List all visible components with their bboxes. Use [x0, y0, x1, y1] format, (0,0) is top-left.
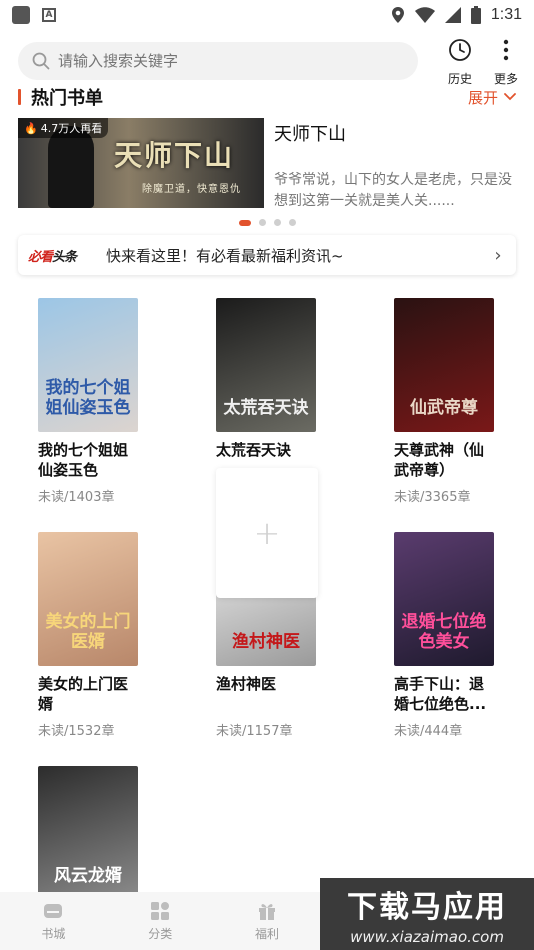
book-progress: 未读/444章 [394, 724, 463, 739]
more-button[interactable]: 更多 [486, 38, 526, 87]
book-cover[interactable]: 风云龙婿 [38, 766, 138, 900]
book-progress: 未读/1532章 [38, 724, 115, 739]
book-item[interactable]: 美女的上门医婿 美女的上门医婿 未读/1532章 [38, 532, 178, 739]
book-cover[interactable]: 太荒吞天诀 [216, 298, 316, 432]
banner-cover-title: 天师下山 [114, 139, 235, 172]
plus-icon: + [253, 514, 281, 552]
history-button[interactable]: 历史 [440, 38, 480, 87]
book-cover-title: 太荒吞天诀 [223, 398, 309, 418]
app-notification-icon [12, 6, 30, 24]
nav-label-bookstore: 书城 [41, 926, 66, 941]
watermark-top: 下载马应用 [347, 890, 507, 925]
book-cover[interactable]: 美女的上门医婿 [38, 532, 138, 666]
clock-icon [449, 39, 471, 61]
news-logo-a: 必看 [28, 249, 53, 265]
banner-description: 爷爷常说，山下的女人是老虎，只是没想到这第一关就是美人关...... [274, 172, 512, 209]
hot-badge: 🔥 4.7万人再看 [18, 118, 109, 138]
book-item[interactable]: 我的七个姐姐仙姿玉色 我的七个姐姐仙姿玉色 未读/1403章 [38, 298, 178, 505]
battery-icon [470, 6, 481, 24]
book-cover[interactable]: 仙武帝尊 [394, 298, 494, 432]
location-icon [391, 7, 404, 23]
book-cover[interactable]: 我的七个姐姐仙姿玉色 [38, 298, 138, 432]
carousel-dot-active[interactable] [238, 219, 251, 226]
chevron-down-icon [504, 93, 516, 101]
status-bar: A 1:31 [0, 0, 534, 30]
signal-icon [444, 7, 461, 23]
expand-label: 展开 [467, 88, 498, 107]
book-item[interactable]: 退婚七位绝色美女高手下山：退婚七位绝色... 未读/444章 [394, 532, 534, 739]
search-row: 历史 更多 [18, 38, 526, 87]
banner-book-title[interactable]: 天师下山 [274, 120, 346, 146]
expand-button[interactable]: 展开 [468, 87, 516, 108]
watermark-bottom: www.xiazaimao.com [350, 928, 504, 946]
nav-item-category[interactable]: 分类 [107, 892, 214, 950]
book-progress: 未读/3365章 [394, 490, 471, 505]
book-progress: 未读/1157章 [216, 724, 293, 739]
book-title: 渔村神医 [216, 675, 277, 693]
book-item[interactable]: 风云龙婿 [38, 766, 178, 900]
book-cover-title: 渔村神医 [232, 632, 300, 652]
search-box[interactable] [18, 42, 418, 80]
book-cover-title: 美女的上门医婿 [45, 612, 131, 652]
news-logo: 必看头条 [28, 246, 90, 265]
gift-icon [258, 903, 275, 920]
chevron-right-icon: › [494, 244, 502, 266]
book-progress: 未读/1403章 [38, 490, 115, 505]
book-cover[interactable]: 退婚七位绝色美女 [394, 532, 494, 666]
book-cover-title: 退婚七位绝色美女 [401, 612, 487, 652]
flame-icon: 🔥 [24, 121, 38, 135]
a-notification-icon: A [42, 8, 56, 22]
book-title: 我的七个姐姐仙姿玉色 [38, 441, 129, 479]
carousel-dot[interactable] [258, 219, 266, 226]
news-strip[interactable]: 必看头条 快来看这里！有必看最新福利资讯~ › [18, 235, 516, 275]
carousel-dot[interactable] [273, 219, 281, 226]
search-input[interactable] [58, 52, 388, 70]
hot-list-header: 热门书单 展开 [18, 82, 516, 112]
book-item[interactable]: 仙武帝尊天尊武神（仙武帝尊） 未读/3365章 [394, 298, 534, 505]
book-title: 美女的上门医婿 [38, 675, 129, 713]
watermark: 下载马应用 www.xiazaimao.com [320, 878, 534, 950]
book-cover-title: 风云龙婿 [54, 866, 122, 886]
add-book-button[interactable]: + [216, 468, 318, 598]
cover-figure [48, 126, 94, 208]
wifi-icon [414, 7, 435, 23]
section-title-wrap: 热门书单 [18, 84, 103, 110]
book-cover-title: 仙武帝尊 [410, 398, 478, 418]
nav-label-category: 分类 [148, 926, 173, 941]
section-title: 热门书单 [31, 88, 103, 109]
banner-cover-image[interactable]: 天师下山 除魔卫道，快意恩仇 🔥 4.7万人再看 [18, 118, 264, 208]
nav-label-welfare: 福利 [254, 926, 279, 941]
status-time: 1:31 [490, 6, 522, 23]
news-logo-b: 头条 [52, 249, 77, 265]
book-title: 高手下山：退婚七位绝色... [394, 675, 487, 713]
bookstore-icon [44, 903, 63, 918]
book-title: 天尊武神（仙武帝尊） [394, 441, 485, 479]
nav-item-bookstore[interactable]: 书城 [0, 892, 107, 950]
carousel-dot[interactable] [288, 219, 296, 226]
book-cover-title: 我的七个姐姐仙姿玉色 [45, 378, 131, 418]
search-icon [32, 52, 50, 70]
section-accent-bar [18, 89, 21, 105]
more-vertical-icon [503, 39, 509, 61]
nav-item-welfare[interactable]: 福利 [214, 892, 321, 950]
category-icon [151, 901, 170, 920]
hot-count: 4.7万人再看 [40, 122, 103, 135]
carousel-indicator [0, 219, 534, 226]
news-text: 快来看这里！有必看最新福利资讯~ [106, 246, 344, 265]
status-left: A [12, 6, 56, 24]
featured-banner[interactable]: 天师下山 除魔卫道，快意恩仇 🔥 4.7万人再看 天师下山 爷爷常说，山下的女人… [18, 118, 516, 209]
status-right: 1:31 [391, 6, 522, 24]
banner-cover-slogan: 除魔卫道，快意恩仇 [142, 184, 241, 195]
